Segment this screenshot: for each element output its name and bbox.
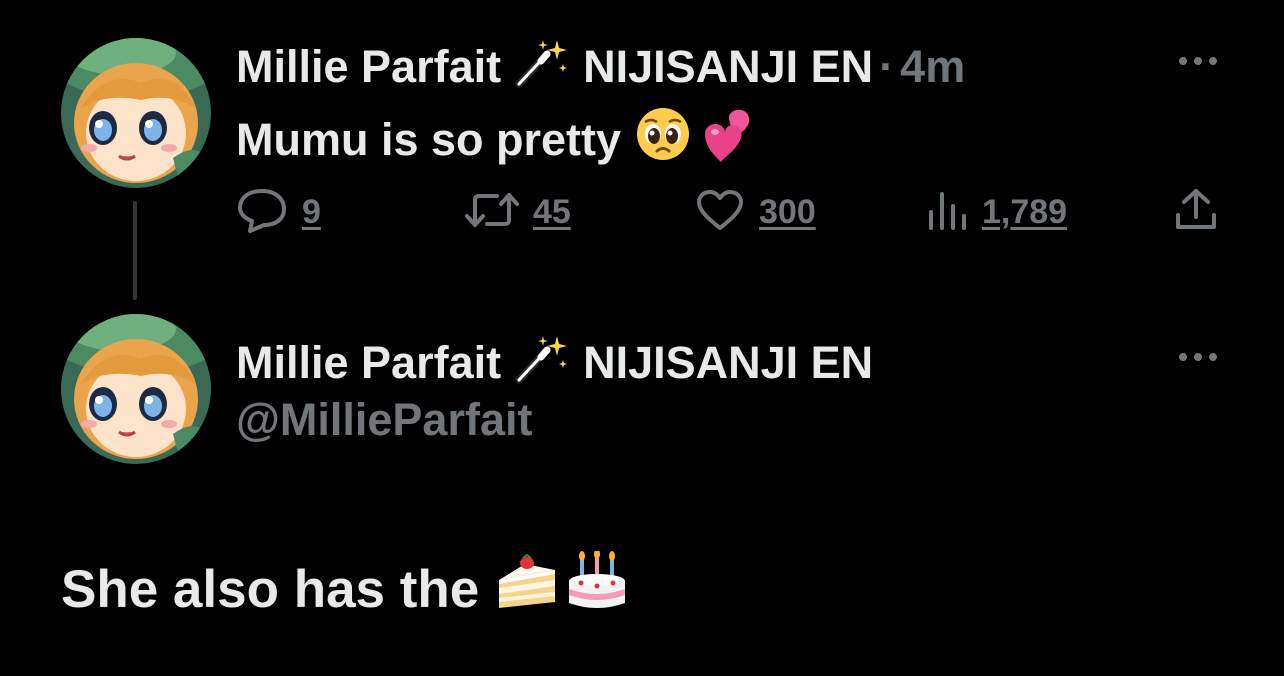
reply-author-affiliation: NIJISANJI EN (583, 337, 874, 388)
more-options-icon[interactable] (1176, 54, 1220, 68)
analytics-icon (926, 188, 968, 237)
tweet-author-row: Millie Parfait NIJISANJI EN · 4m (236, 36, 965, 98)
shortcake-emoji (495, 553, 559, 625)
author-avatar[interactable] (61, 38, 211, 188)
pleading-face-emoji (635, 106, 691, 173)
tweet-text: Mumu is so pretty (236, 104, 759, 175)
reply-author-handle[interactable]: @MillieParfait (236, 394, 532, 446)
like-button[interactable]: 300 (695, 187, 816, 237)
retweet-button[interactable]: 45 (465, 187, 571, 237)
magic-wand-icon (513, 332, 569, 394)
magic-wand-icon (513, 36, 569, 98)
reply-icon (236, 187, 288, 238)
reply-author-display-name[interactable]: Millie Parfait (236, 338, 501, 388)
tweet-actions-bar: 9 45 300 1,789 (236, 187, 1226, 237)
tweet-timestamp[interactable]: 4m (900, 42, 965, 92)
reply-text-content: She also has the (61, 559, 480, 619)
author-display-name[interactable]: Millie Parfait (236, 42, 501, 92)
view-count[interactable]: 1,789 (982, 193, 1067, 232)
reply-author-avatar[interactable] (61, 314, 211, 464)
reply-button[interactable]: 9 (236, 187, 321, 237)
reply-author-row: Millie Parfait NIJISANJI EN (236, 332, 873, 394)
reply-count[interactable]: 9 (302, 193, 321, 232)
author-affiliation: NIJISANJI EN (583, 41, 874, 92)
thread-connector-line (133, 201, 137, 300)
birthday-cake-emoji (567, 549, 627, 628)
heart-icon (695, 188, 745, 237)
tweet-text-content: Mumu is so pretty (236, 113, 622, 165)
more-options-icon[interactable] (1176, 350, 1220, 364)
two-hearts-emoji (699, 104, 759, 175)
like-count[interactable]: 300 (759, 193, 816, 232)
retweet-count[interactable]: 45 (533, 193, 571, 232)
reply-text: She also has the (61, 549, 627, 628)
share-icon (1172, 187, 1220, 238)
retweet-icon (465, 190, 519, 235)
views-button[interactable]: 1,789 (926, 187, 1067, 237)
separator-dot: · (879, 41, 895, 92)
share-button[interactable] (1172, 187, 1220, 237)
